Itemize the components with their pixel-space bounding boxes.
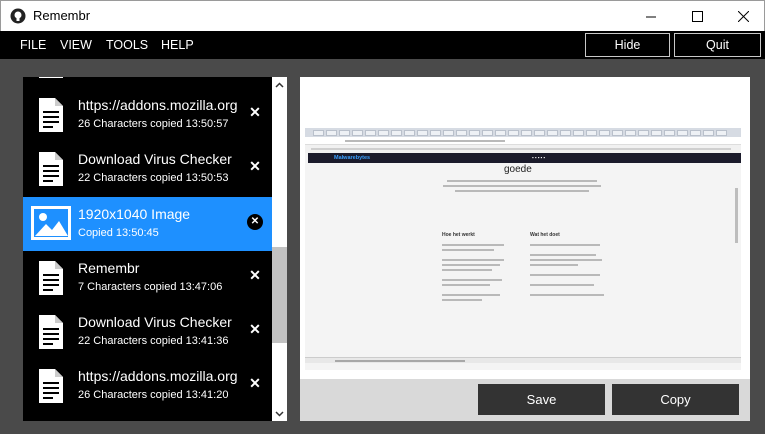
menu-tools[interactable]: TOOLS <box>106 38 148 52</box>
delete-clip-button[interactable]: ✕ <box>248 159 262 173</box>
menu-file[interactable]: FILE <box>20 38 46 52</box>
clip-item[interactable]: https://addons.mozilla.org 26 Characters… <box>23 359 272 413</box>
clip-item[interactable]: Download Virus Checker 22 Characters cop… <box>23 305 272 359</box>
app-logo-icon <box>10 8 26 24</box>
preview-col-heading-2: Wat het doet <box>530 232 560 238</box>
preview-browser-tabs <box>305 128 741 137</box>
minimize-button[interactable] <box>628 1 674 31</box>
clip-subtitle: Copied 13:50:45 <box>78 227 159 239</box>
save-button[interactable]: Save <box>478 384 605 415</box>
clip-subtitle: 26 Characters copied 13:41:20 <box>78 389 229 401</box>
document-icon <box>39 98 63 132</box>
preview-logo: Malwarebytes <box>334 155 371 161</box>
menu-bar: FILE VIEW TOOLS HELP Hide Quit <box>0 31 765 59</box>
image-icon <box>31 206 71 240</box>
clip-title: Remembr <box>78 260 140 276</box>
delete-clip-button[interactable]: ✕ <box>248 105 262 119</box>
delete-clip-button[interactable]: ✕ <box>247 214 263 230</box>
document-icon <box>39 315 63 349</box>
clip-subtitle: 22 Characters copied 13:41:36 <box>78 335 229 347</box>
preview-bookmarks-bar <box>305 145 741 153</box>
preview-scrollbar <box>735 188 738 243</box>
clip-title: Download Virus Checker <box>78 151 232 167</box>
preview-nav-links: ▪ ▪ ▪ ▪ ▪ <box>532 155 545 160</box>
clip-title: https://addons.mozilla.org <box>78 97 238 113</box>
clip-item[interactable] <box>23 77 272 88</box>
copy-button[interactable]: Copy <box>612 384 739 415</box>
delete-clip-button[interactable]: ✕ <box>248 268 262 282</box>
preview-heading: goede <box>504 164 532 175</box>
document-icon <box>39 152 63 186</box>
document-icon <box>39 77 63 78</box>
clipboard-list: https://addons.mozilla.org 26 Characters… <box>23 77 272 421</box>
close-button[interactable] <box>720 1 765 31</box>
clip-item[interactable]: https://addons.mozilla.org 26 Characters… <box>23 88 272 142</box>
preview-actions-bar: Save Copy <box>300 379 750 421</box>
preview-status-bar <box>305 357 741 363</box>
delete-clip-button[interactable]: ✕ <box>248 322 262 336</box>
scroll-down-button[interactable] <box>272 406 287 421</box>
clip-title: Download Virus Checker <box>78 314 232 330</box>
document-icon <box>39 261 63 295</box>
clip-item[interactable]: Download Virus Checker 22 Characters cop… <box>23 142 272 196</box>
clipboard-image-preview: Malwarebytes ▪ ▪ ▪ ▪ ▪ goede Hoe het wer… <box>305 128 741 370</box>
clip-subtitle: 26 Characters copied 13:50:57 <box>78 118 229 130</box>
menu-help[interactable]: HELP <box>161 38 194 52</box>
quit-button[interactable]: Quit <box>674 33 761 57</box>
clip-subtitle: 7 Characters copied 13:47:06 <box>78 281 223 293</box>
list-scrollbar[interactable] <box>272 77 287 421</box>
preview-col-heading-1: Hoe het werkt <box>442 232 475 238</box>
preview-site-nav: Malwarebytes ▪ ▪ ▪ ▪ ▪ <box>308 153 741 163</box>
minimize-icon <box>645 16 656 17</box>
clip-item-selected[interactable]: 1920x1040 Image Copied 13:50:45 ✕ <box>23 197 272 251</box>
scroll-thumb[interactable] <box>272 247 287 343</box>
clip-item[interactable]: Remembr 7 Characters copied 13:47:06 ✕ <box>23 251 272 305</box>
document-icon <box>39 369 63 403</box>
window-title: Remembr <box>33 8 91 23</box>
chevron-down-icon <box>275 410 284 417</box>
menu-view[interactable]: VIEW <box>60 38 92 52</box>
maximize-icon <box>691 10 703 22</box>
maximize-button[interactable] <box>674 1 720 31</box>
preview-address-bar <box>305 137 741 145</box>
hide-button[interactable]: Hide <box>585 33 670 57</box>
preview-panel: Malwarebytes ▪ ▪ ▪ ▪ ▪ goede Hoe het wer… <box>300 77 750 421</box>
chevron-up-icon <box>275 81 284 88</box>
title-bar: Remembr <box>0 0 765 31</box>
clip-subtitle: 22 Characters copied 13:50:53 <box>78 172 229 184</box>
clip-title: 1920x1040 Image <box>78 206 191 222</box>
close-icon <box>737 10 749 22</box>
main-area: https://addons.mozilla.org 26 Characters… <box>0 59 765 434</box>
clip-title: https://addons.mozilla.org <box>78 368 238 384</box>
delete-clip-button[interactable]: ✕ <box>248 376 262 390</box>
scroll-up-button[interactable] <box>272 77 287 92</box>
